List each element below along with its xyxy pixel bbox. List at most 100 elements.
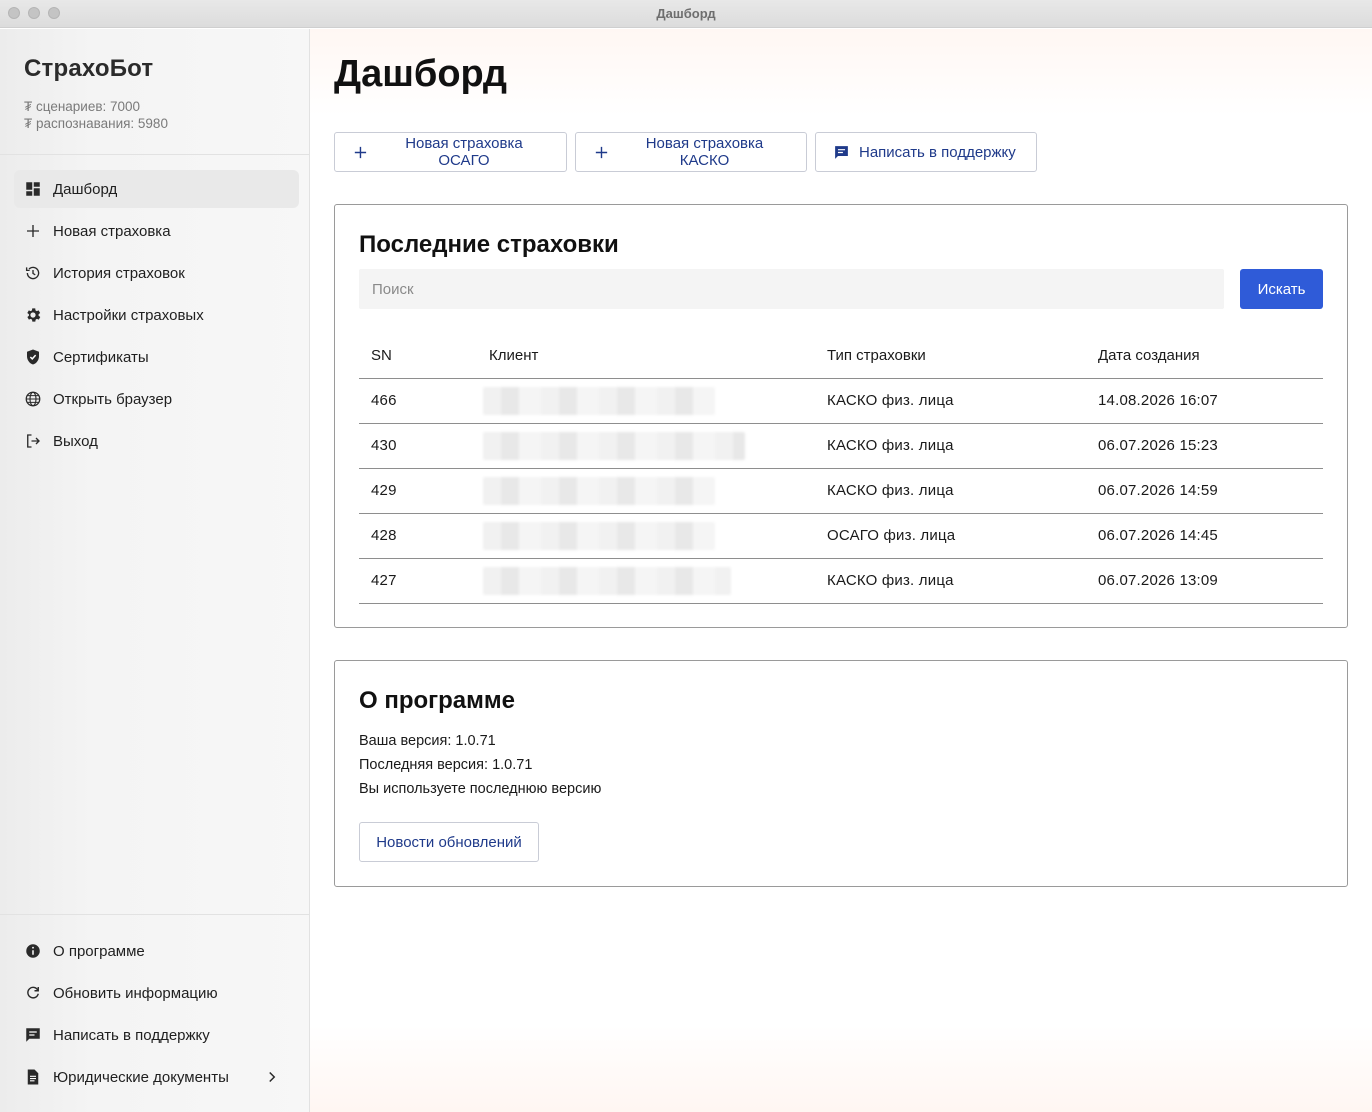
close-window-button[interactable] (8, 7, 20, 19)
sidebar-item-about[interactable]: О программе (14, 932, 299, 970)
chevron-right-icon (269, 1071, 276, 1083)
plus-icon (24, 222, 42, 240)
sidebar-item-label: Юридические документы (53, 1068, 229, 1086)
contact-support-button[interactable]: Написать в поддержку (815, 132, 1037, 172)
logout-icon (24, 432, 42, 450)
cell-date: 14.08.2026 16:07 (1086, 378, 1323, 424)
latest-version: Последняя версия: 1.0.71 (359, 757, 533, 773)
cell-date: 06.07.2026 15:23 (1086, 423, 1323, 469)
sidebar-item-insurer-settings[interactable]: Настройки страховых (14, 296, 299, 334)
quick-actions: Новая страховка ОСАГО Новая страховка КА… (334, 132, 1037, 172)
table-row[interactable]: 427 КАСКО физ. лица 06.07.2026 13:09 (359, 558, 1323, 604)
cell-client-redacted (477, 423, 815, 469)
sidebar-footer: О программе Обновить информацию Написать… (0, 914, 309, 1112)
sidebar-item-new-insurance[interactable]: Новая страховка (14, 212, 299, 250)
sidebar-item-label: О программе (53, 942, 145, 960)
button-label: Новая страховка ОСАГО (405, 135, 523, 169)
sidebar: СтрахоБот ₮ сценариев: 7000 ₮ распознава… (0, 29, 310, 1112)
cell-date: 06.07.2026 14:59 (1086, 468, 1323, 514)
sidebar-item-label: Выход (53, 432, 98, 450)
chat-icon (835, 145, 848, 159)
release-notes-button[interactable]: Новости обновлений (359, 822, 539, 862)
cell-client-redacted (477, 378, 815, 424)
table-header-row: SN Клиент Тип страховки Дата создания (359, 333, 1323, 379)
column-header-sn[interactable]: SN (359, 333, 477, 379)
sidebar-item-label: Дашборд (53, 180, 118, 198)
table-row[interactable]: 429 КАСКО физ. лица 06.07.2026 14:59 (359, 468, 1323, 514)
sidebar-item-support[interactable]: Написать в поддержку (14, 1016, 299, 1054)
redacted-client-name (483, 521, 715, 550)
sidebar-item-label: Новая страховка (53, 222, 171, 240)
brand-block: СтрахоБот ₮ сценариев: 7000 ₮ распознава… (0, 29, 309, 155)
current-version: Ваша версия: 1.0.71 (359, 733, 496, 749)
version-status: Вы используете последнюю версию (359, 781, 602, 797)
cell-sn: 466 (359, 378, 477, 424)
redacted-client-name (483, 566, 731, 595)
plus-icon (354, 146, 367, 158)
sidebar-item-label: История страховок (53, 264, 185, 282)
sidebar-item-history[interactable]: История страховок (14, 254, 299, 292)
table-row[interactable]: 466 КАСКО физ. лица 14.08.2026 16:07 (359, 378, 1323, 424)
column-header-created[interactable]: Дата создания (1086, 333, 1323, 379)
window-title: Дашборд (656, 6, 716, 21)
cell-date: 06.07.2026 14:45 (1086, 513, 1323, 559)
cell-type: КАСКО физ. лица (815, 423, 1086, 469)
sidebar-nav: Дашборд Новая страховка История страхово… (0, 155, 309, 460)
cell-sn: 427 (359, 558, 477, 604)
version-info: Ваша версия: 1.0.71 Последняя версия: 1.… (359, 729, 601, 801)
globe-icon (24, 390, 42, 408)
cell-sn: 429 (359, 468, 477, 514)
table-row[interactable]: 430 КАСКО физ. лица 06.07.2026 15:23 (359, 423, 1323, 469)
sidebar-item-label: Сертификаты (53, 348, 149, 366)
column-header-type[interactable]: Тип страховки (815, 333, 1086, 379)
sidebar-item-certificates[interactable]: Сертификаты (14, 338, 299, 376)
table-row[interactable]: 428 ОСАГО физ. лица 06.07.2026 14:45 (359, 513, 1323, 559)
button-label: Написать в поддержку (859, 143, 1016, 161)
cell-client-redacted (477, 468, 815, 514)
sidebar-item-label: Обновить информацию (53, 984, 218, 1002)
minimize-window-button[interactable] (28, 7, 40, 19)
sidebar-item-legal-documents[interactable]: Юридические документы (14, 1058, 299, 1096)
recent-insurances-card: Последние страховки Искать SN Клиент Тип… (334, 204, 1348, 628)
column-header-client[interactable]: Клиент (477, 333, 815, 379)
cell-sn: 430 (359, 423, 477, 469)
sidebar-item-label: Открыть браузер (53, 390, 173, 408)
brand-name: СтрахоБот (24, 55, 154, 82)
refresh-icon (24, 984, 42, 1002)
shield-check-icon (24, 348, 42, 366)
cell-type: КАСКО физ. лица (815, 378, 1086, 424)
cell-sn: 428 (359, 513, 477, 559)
sidebar-item-open-browser[interactable]: Открыть браузер (14, 380, 299, 418)
insurances-table: SN Клиент Тип страховки Дата создания 46… (359, 333, 1323, 604)
info-icon (24, 942, 42, 960)
search-input[interactable] (359, 269, 1224, 309)
gear-icon (24, 306, 42, 324)
page-title: Дашборд (334, 53, 507, 95)
redacted-client-name (483, 476, 715, 505)
cell-type: КАСКО физ. лица (815, 468, 1086, 514)
document-icon (24, 1068, 42, 1086)
recognition-balance: ₮ распознавания: 5980 (24, 116, 168, 131)
zoom-window-button[interactable] (48, 7, 60, 19)
new-osago-button[interactable]: Новая страховка ОСАГО (334, 132, 567, 172)
cell-type: ОСАГО физ. лица (815, 513, 1086, 559)
main-content: Дашборд Новая страховка ОСАГО Новая стра… (310, 29, 1372, 1112)
scenarios-balance: ₮ сценариев: 7000 (24, 99, 141, 114)
button-label: Новая страховка КАСКО (645, 135, 764, 169)
chat-icon (24, 1026, 42, 1044)
balance-stats: ₮ сценариев: 7000 ₮ распознавания: 5980 (24, 98, 285, 132)
search-button[interactable]: Искать (1240, 269, 1323, 309)
sidebar-item-label: Настройки страховых (53, 306, 204, 324)
sidebar-item-logout[interactable]: Выход (14, 422, 299, 460)
history-icon (24, 264, 42, 282)
dashboard-icon (24, 180, 42, 198)
window-controls (8, 7, 60, 19)
redacted-client-name (483, 386, 715, 415)
sidebar-item-dashboard[interactable]: Дашборд (14, 170, 299, 208)
sidebar-item-refresh-info[interactable]: Обновить информацию (14, 974, 299, 1012)
app-window: Дашборд СтрахоБот ₮ сценариев: 7000 ₮ ра… (0, 0, 1372, 1112)
new-kasko-button[interactable]: Новая страховка КАСКО (575, 132, 807, 172)
plus-icon (595, 146, 608, 158)
cell-type: КАСКО физ. лица (815, 558, 1086, 604)
title-bar: Дашборд (0, 0, 1372, 28)
